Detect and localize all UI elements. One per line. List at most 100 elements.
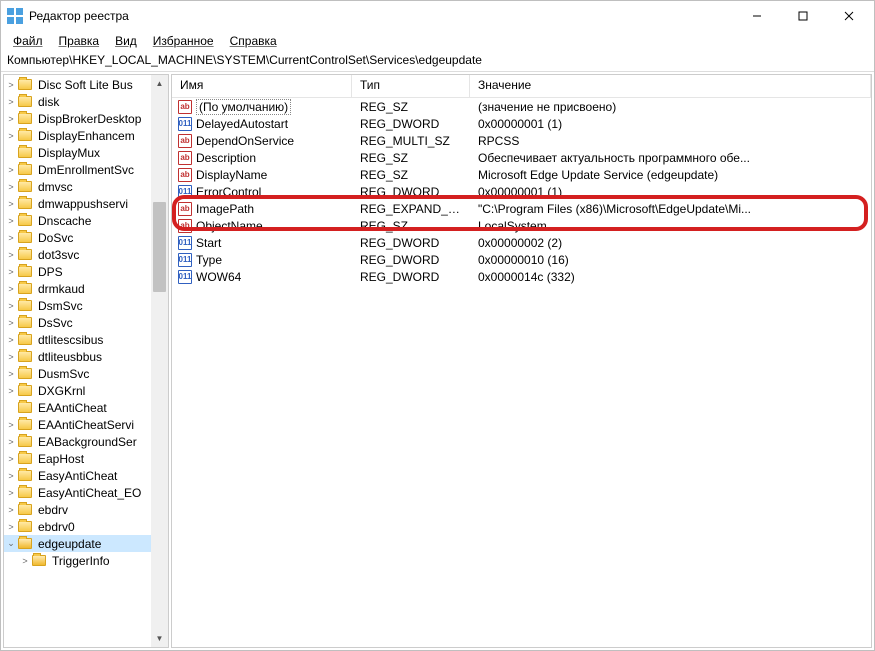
regedit-icon	[7, 8, 23, 24]
tree-node-ebdrv0[interactable]: >ebdrv0	[4, 518, 151, 535]
folder-icon	[18, 419, 32, 430]
column-name[interactable]: Имя	[172, 75, 352, 97]
expander-icon[interactable]: >	[6, 369, 16, 379]
expander-icon[interactable]: >	[6, 386, 16, 396]
close-button[interactable]	[826, 1, 872, 31]
expander-icon[interactable]: >	[6, 335, 16, 345]
expander-icon[interactable]: >	[6, 471, 16, 481]
expander-icon[interactable]: >	[6, 437, 16, 447]
minimize-button[interactable]	[734, 1, 780, 31]
list-pane[interactable]: Имя Тип Значение ab(По умолчанию)REG_SZ(…	[171, 74, 872, 648]
expander-icon[interactable]: >	[6, 301, 16, 311]
expander-icon[interactable]: >	[6, 284, 16, 294]
menu-file[interactable]: Файл	[7, 32, 49, 50]
expander-icon[interactable]: >	[20, 556, 30, 566]
expander-icon[interactable]: >	[6, 233, 16, 243]
tree-node-edgeupdate[interactable]: ⌄edgeupdate	[4, 535, 151, 552]
tree-node-displayenhancem[interactable]: >DisplayEnhancem	[4, 127, 151, 144]
value-name: DependOnService	[196, 134, 294, 148]
maximize-button[interactable]	[780, 1, 826, 31]
column-value[interactable]: Значение	[470, 75, 871, 97]
tree-node-dmvsc[interactable]: >dmvsc	[4, 178, 151, 195]
scroll-down-icon[interactable]: ▼	[151, 630, 168, 647]
tree-node-dtlitescsibus[interactable]: > dtlitescsibus	[4, 331, 151, 348]
registry-value-row[interactable]: ab(По умолчанию)REG_SZ(значение не присв…	[172, 98, 871, 115]
column-type[interactable]: Тип	[352, 75, 470, 97]
expander-icon[interactable]: >	[6, 199, 16, 209]
tree-node-dssvc[interactable]: >DsSvc	[4, 314, 151, 331]
expander-icon[interactable]: >	[6, 454, 16, 464]
tree-node-dispbrokerdesktop[interactable]: >DispBrokerDesktop	[4, 110, 151, 127]
address-bar[interactable]: Компьютер\HKEY_LOCAL_MACHINE\SYSTEM\Curr…	[1, 51, 874, 71]
tree-node-discsoftlitebus[interactable]: >Disc Soft Lite Bus	[4, 76, 151, 93]
expander-icon[interactable]: >	[6, 216, 16, 226]
tree-node-eabackgroundser[interactable]: >EABackgroundSer	[4, 433, 151, 450]
tree-node-disk[interactable]: > disk	[4, 93, 151, 110]
binary-value-icon: 011	[178, 185, 192, 199]
tree-label: EasyAntiCheat	[36, 469, 119, 483]
expander-icon[interactable]: >	[6, 488, 16, 498]
tree-node-dmenrollmentsvc[interactable]: >DmEnrollmentSvc	[4, 161, 151, 178]
tree-label: dtlitescsibus	[36, 333, 105, 347]
menu-view[interactable]: Вид	[109, 32, 143, 50]
registry-value-row[interactable]: abDisplayNameREG_SZMicrosoft Edge Update…	[172, 166, 871, 183]
binary-value-icon: 011	[178, 270, 192, 284]
expander-icon[interactable]: >	[6, 165, 16, 175]
menu-favorites[interactable]: Избранное	[147, 32, 220, 50]
close-icon	[844, 11, 854, 21]
tree-node-dps[interactable]: >DPS	[4, 263, 151, 280]
registry-value-row[interactable]: abDescriptionREG_SZОбеспечивает актуальн…	[172, 149, 871, 166]
tree-node-triggerinfo[interactable]: >TriggerInfo	[4, 552, 151, 569]
tree-label: disk	[36, 95, 61, 109]
expander-icon[interactable]: >	[6, 522, 16, 532]
tree-node-dot3svc[interactable]: >dot3svc	[4, 246, 151, 263]
registry-value-row[interactable]: abImagePathREG_EXPAND_SZ"C:\Program File…	[172, 200, 871, 217]
expander-icon[interactable]: >	[6, 420, 16, 430]
registry-value-row[interactable]: abDependOnServiceREG_MULTI_SZRPCSS	[172, 132, 871, 149]
registry-value-row[interactable]: 011DelayedAutostartREG_DWORD0x00000001 (…	[172, 115, 871, 132]
expander-icon[interactable]: >	[6, 318, 16, 328]
tree-node-eaphost[interactable]: >EapHost	[4, 450, 151, 467]
expander-icon[interactable]: >	[6, 505, 16, 515]
tree-node-eaanticheatservi[interactable]: >EAAntiCheatServi	[4, 416, 151, 433]
tree-node-dsmsvc[interactable]: >DsmSvc	[4, 297, 151, 314]
tree-node-dosvc[interactable]: >DoSvc	[4, 229, 151, 246]
tree-node-dnscache[interactable]: > Dnscache	[4, 212, 151, 229]
expander-icon[interactable]: ⌄	[6, 538, 16, 549]
tree-pane[interactable]: >Disc Soft Lite Bus>disk>DispBrokerDeskt…	[3, 74, 169, 648]
folder-icon	[32, 555, 46, 566]
expander-icon[interactable]: >	[6, 80, 16, 90]
tree-label: EasyAntiCheat_EO	[36, 486, 143, 500]
scroll-up-icon[interactable]: ▲	[151, 75, 168, 92]
value-name: Start	[196, 236, 221, 250]
tree-node-ebdrv[interactable]: >ebdrv	[4, 501, 151, 518]
folder-icon	[18, 470, 32, 481]
expander-icon[interactable]: >	[6, 267, 16, 277]
expander-icon[interactable]: >	[6, 131, 16, 141]
tree-node-dtliteusbbus[interactable]: >dtliteusbbus	[4, 348, 151, 365]
menu-help[interactable]: Справка	[224, 32, 283, 50]
expander-icon[interactable]: >	[6, 114, 16, 124]
scroll-thumb[interactable]	[153, 202, 166, 292]
registry-value-row[interactable]: abObjectNameREG_SZLocalSystem	[172, 217, 871, 234]
tree-scrollbar[interactable]: ▲ ▼	[151, 75, 168, 647]
tree-label: Dnscache	[36, 214, 93, 228]
tree-node-dusmsvc[interactable]: >DusmSvc	[4, 365, 151, 382]
registry-value-row[interactable]: 011WOW64REG_DWORD0x0000014c (332)	[172, 268, 871, 285]
registry-value-row[interactable]: 011StartREG_DWORD0x00000002 (2)	[172, 234, 871, 251]
registry-value-row[interactable]: 011ErrorControlREG_DWORD0x00000001 (1)	[172, 183, 871, 200]
tree-node-easyanticheat[interactable]: > EasyAntiCheat	[4, 467, 151, 484]
expander-icon[interactable]: >	[6, 352, 16, 362]
tree-node-easyanticheateo[interactable]: > EasyAntiCheat_EO	[4, 484, 151, 501]
expander-icon[interactable]: >	[6, 182, 16, 192]
tree-node-drmkaud[interactable]: >drmkaud	[4, 280, 151, 297]
tree-node-eaanticheat[interactable]: EAAntiCheat	[4, 399, 151, 416]
registry-value-row[interactable]: 011TypeREG_DWORD0x00000010 (16)	[172, 251, 871, 268]
tree-node-displaymux[interactable]: DisplayMux	[4, 144, 151, 161]
tree-node-dxgkrnl[interactable]: >DXGKrnl	[4, 382, 151, 399]
expander-icon[interactable]: >	[6, 250, 16, 260]
expander-icon[interactable]: >	[6, 97, 16, 107]
menu-edit[interactable]: Правка	[53, 32, 106, 50]
tree-node-dmwappushservi[interactable]: >dmwappushservi	[4, 195, 151, 212]
folder-icon	[18, 198, 32, 209]
